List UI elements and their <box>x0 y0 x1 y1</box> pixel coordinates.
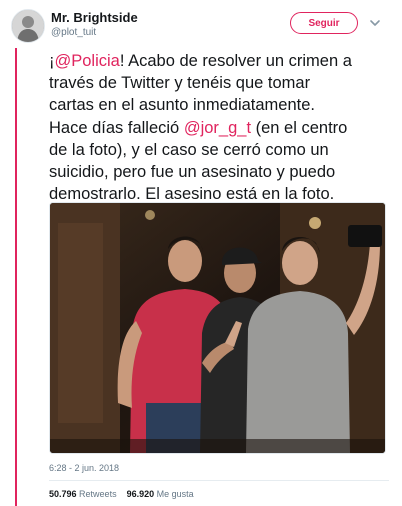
display-name[interactable]: Mr. Brightside <box>51 10 138 25</box>
tweet-text: ¡@Policia! Acabo de resolver un crimen a… <box>49 50 399 205</box>
tweet-photo[interactable] <box>49 202 386 454</box>
likes-stat[interactable]: 96.920 Me gusta <box>127 489 194 499</box>
avatar[interactable] <box>11 9 45 43</box>
retweets-stat[interactable]: 50.796 Retweets <box>49 489 117 499</box>
follow-button[interactable]: Seguir <box>290 12 358 34</box>
likes-label: Me gusta <box>156 489 194 499</box>
user-handle[interactable]: @plot_tuit <box>51 27 96 38</box>
tweet-stats: 50.796 Retweets 96.920 Me gusta <box>49 489 194 499</box>
divider <box>49 480 389 481</box>
mention-link-policia[interactable]: @Policia <box>55 52 120 70</box>
thread-line <box>15 48 17 506</box>
tweet-timestamp[interactable]: 6:28 - 2 jun. 2018 <box>49 463 119 473</box>
retweets-count: 50.796 <box>49 489 77 499</box>
chevron-down-icon[interactable] <box>369 16 381 28</box>
mention-link-jor-g-t[interactable]: @jor_g_t <box>184 119 251 137</box>
retweets-label: Retweets <box>79 489 117 499</box>
likes-count: 96.920 <box>126 489 155 499</box>
